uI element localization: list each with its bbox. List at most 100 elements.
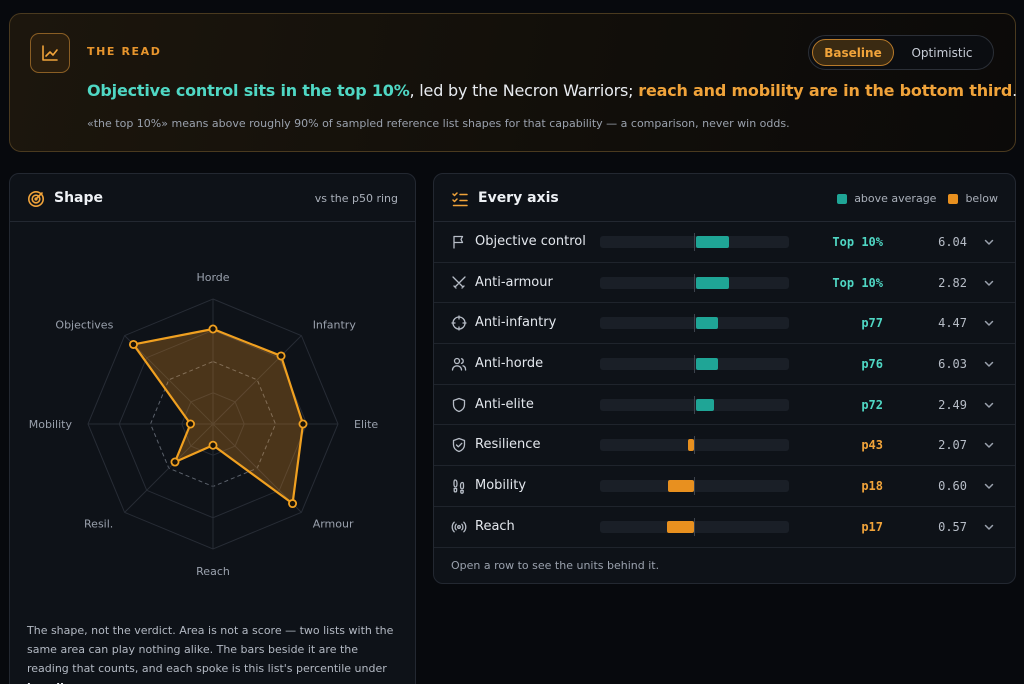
users-icon [451, 357, 467, 371]
axis-row-label: Anti-armour [475, 274, 553, 290]
radar-point [170, 457, 180, 467]
flag-icon [453, 235, 464, 249]
percentile-badge: p76 [861, 357, 883, 372]
radar-axis-label: Reach [196, 565, 230, 578]
percentile-bar-fill [696, 276, 730, 289]
headline-end: . [1012, 81, 1018, 100]
axis-rows: Objective control Top 10% 6.04 Anti-armour T… [434, 222, 1015, 548]
radar-axis-label: Mobility [29, 418, 73, 431]
chevron-down-icon[interactable] [983, 358, 995, 370]
radar-point [208, 440, 218, 450]
percentile-bar [600, 233, 789, 251]
radar-axis-label: Armour [313, 518, 354, 531]
chevron-down-icon[interactable] [983, 236, 995, 248]
radar-axis-label: Elite [354, 418, 378, 431]
percentile-bar-fill [696, 236, 730, 248]
axis-row[interactable]: Anti-armour Top 10% 2.82 [434, 263, 1015, 304]
axis-row[interactable]: Anti-infantry p77 4.47 [434, 303, 1015, 345]
percentile-bar-median [694, 355, 695, 374]
optimistic-toggle-button[interactable]: Optimistic [897, 39, 987, 66]
axis-row[interactable]: Resilience p43 2.07 [434, 425, 1015, 467]
crosshair-icon [451, 315, 467, 332]
axis-value: 0.60 [938, 479, 967, 494]
read-note: «the top 10%» means above roughly 90% of… [87, 117, 790, 130]
percentile-badge: Top 10% [832, 275, 883, 290]
percentile-bar [600, 273, 789, 292]
axis-value: 4.47 [938, 316, 967, 331]
axis-panel-header: Every axis above average below [434, 174, 1015, 222]
axis-row[interactable]: Objective control Top 10% 6.04 [434, 222, 1015, 263]
axis-value: 2.49 [938, 397, 967, 412]
radar-point [185, 419, 195, 429]
percentile-bar-median [694, 314, 695, 333]
percentile-badge: Top 10% [832, 235, 883, 249]
chevron-down-icon[interactable] [983, 521, 995, 533]
chevron-down-icon[interactable] [983, 399, 995, 411]
axis-row[interactable]: Reach p17 0.57 [434, 507, 1015, 548]
percentile-bar-median [694, 517, 695, 536]
chevron-down-icon[interactable] [983, 277, 995, 289]
shield-icon [452, 397, 466, 412]
list-checks-icon [452, 192, 468, 207]
percentile-bar-median [694, 233, 695, 251]
legend-below-label: below [965, 192, 998, 205]
axis-row[interactable]: Anti-elite p72 2.49 [434, 385, 1015, 426]
read-headline: Objective control sits in the top 10%, l… [87, 81, 1017, 100]
chevron-down-icon[interactable] [983, 439, 995, 451]
shape-panel: Shape vs the p50 ring Horde Infantry Elite… [9, 173, 416, 684]
axis-row-label: Mobility [475, 478, 527, 494]
headline-highlight-amber: reach and mobility are in the bottom thi… [638, 81, 1013, 100]
radar-point [288, 499, 298, 509]
percentile-bar [600, 517, 789, 536]
legend-below: below [948, 192, 998, 205]
percentile-bar-fill [696, 317, 719, 330]
axis-value: 6.03 [938, 357, 967, 372]
percentile-bar [600, 314, 789, 333]
shape-caption-text: The shape, not the verdict. Area is not … [27, 624, 394, 675]
radar-point [208, 324, 218, 334]
legend-above-label: above average [854, 192, 937, 205]
axis-value: 2.07 [938, 438, 967, 453]
axis-value: 2.82 [938, 275, 967, 290]
percentile-bar-median [694, 395, 695, 414]
percentile-bar-median [694, 477, 695, 496]
axis-row[interactable]: Mobility p18 0.60 [434, 466, 1015, 507]
chevron-down-icon[interactable] [983, 480, 995, 492]
legend-swatch-below [948, 193, 959, 204]
shape-panel-header: Shape vs the p50 ring [10, 174, 415, 222]
percentile-badge: p77 [861, 316, 883, 331]
axis-value: 6.04 [938, 235, 967, 249]
percentile-bar-median [694, 273, 695, 292]
percentile-bar [600, 477, 789, 496]
swords-icon [452, 276, 466, 289]
percentile-bar-fill [696, 358, 718, 371]
percentile-bar-fill [667, 480, 694, 493]
legend-swatch-above [837, 193, 848, 204]
percentile-bar-fill [666, 520, 694, 533]
radar-axis-label: Objectives [55, 318, 113, 331]
percentile-badge: p72 [861, 397, 883, 412]
shape-title: Shape [54, 190, 104, 206]
axis-row[interactable]: Anti-horde p76 6.03 [434, 344, 1015, 385]
axis-row-label: Anti-infantry [475, 315, 557, 331]
every-axis-panel: Every axis above average below Objective… [433, 173, 1016, 584]
radar-axis-label: Resil. [84, 518, 113, 531]
baseline-toggle-button[interactable]: Baseline [812, 39, 894, 66]
radar-axis-label: Infantry [313, 318, 357, 331]
chevron-down-icon[interactable] [983, 317, 995, 329]
headline-middle: , led by the Necron Warriors; [409, 81, 639, 100]
shield-check-icon [452, 438, 466, 453]
line-chart-icon [30, 33, 70, 73]
percentile-bar-fill [696, 398, 715, 411]
axis-footer-hint: Open a row to see the units behind it. [451, 559, 660, 572]
legend-above: above average [837, 192, 936, 205]
axis-row-label: Reach [475, 518, 515, 534]
axis-title: Every axis [478, 190, 559, 206]
axis-row-label: Anti-horde [475, 356, 544, 372]
headline-highlight-teal: Objective control sits in the top 10% [87, 81, 410, 100]
axis-legend: above average below [825, 192, 998, 205]
percentile-bar [600, 395, 789, 414]
shape-caption: The shape, not the verdict. Area is not … [27, 621, 402, 684]
footprints-icon [453, 479, 465, 494]
reference-ring-label: vs the p50 ring [314, 192, 398, 205]
